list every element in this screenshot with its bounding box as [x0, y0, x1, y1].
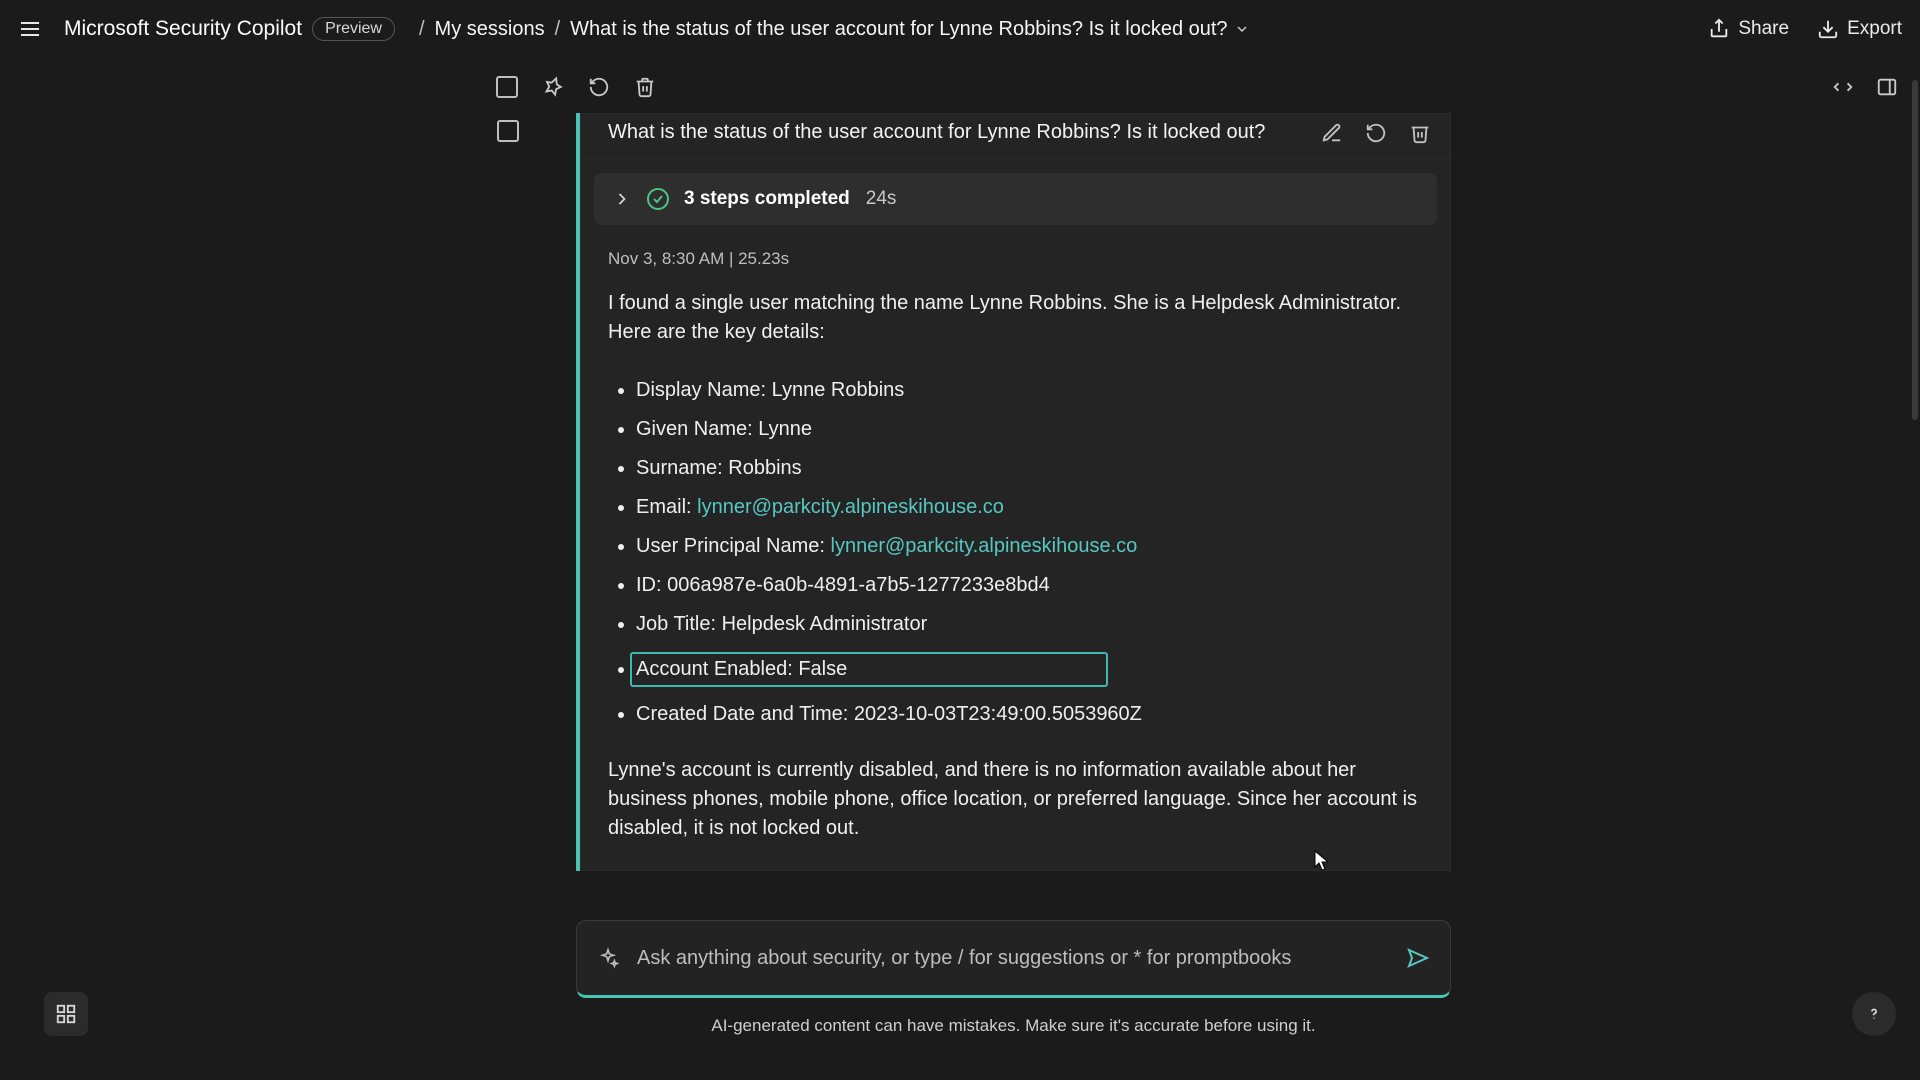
detail-created: Created Date and Time: 2023-10-03T23:49:…: [636, 703, 1423, 726]
grid-icon: [55, 1003, 77, 1025]
steps-duration: 24s: [866, 188, 897, 210]
export-label: Export: [1847, 18, 1902, 40]
scrollbar-thumb[interactable]: [1912, 80, 1918, 420]
apps-button[interactable]: [44, 992, 88, 1036]
email-link[interactable]: lynner@parkcity.alpineskihouse.co: [697, 496, 1004, 518]
steps-completed-label: 3 steps completed: [684, 188, 850, 210]
pin-icon[interactable]: [542, 76, 564, 98]
steps-completed-bar[interactable]: 3 steps completed 24s: [594, 173, 1437, 225]
delete-icon[interactable]: [634, 76, 656, 98]
share-button[interactable]: Share: [1708, 18, 1789, 40]
select-message-checkbox[interactable]: [497, 120, 519, 142]
help-icon: [1864, 1004, 1884, 1024]
prompt-area: AI-generated content can have mistakes. …: [576, 920, 1451, 1036]
response-card: What is the status of the user account f…: [576, 113, 1451, 871]
select-checkbox[interactable]: [496, 76, 518, 98]
export-icon: [1817, 18, 1839, 40]
highlighted-account-enabled: Account Enabled: False: [630, 652, 1108, 687]
share-label: Share: [1738, 18, 1789, 40]
detail-upn: User Principal Name: lynner@parkcity.alp…: [636, 535, 1423, 558]
card-header: What is the status of the user account f…: [580, 113, 1451, 159]
panel-toggle-icon[interactable]: [1876, 76, 1898, 98]
detail-job-title: Job Title: Helpdesk Administrator: [636, 613, 1423, 636]
breadcrumb-separator: /: [419, 18, 425, 41]
detail-given-name: Given Name: Lynne: [636, 418, 1423, 441]
detail-surname: Surname: Robbins: [636, 457, 1423, 480]
detail-display-name: Display Name: Lynne Robbins: [636, 379, 1423, 402]
send-icon[interactable]: [1406, 946, 1430, 970]
detail-account-enabled: Account Enabled: False: [636, 652, 1423, 687]
edit-icon[interactable]: [1321, 122, 1343, 144]
chevron-right-icon: [612, 189, 632, 209]
ai-disclaimer: AI-generated content can have mistakes. …: [576, 1016, 1451, 1036]
check-circle-icon: [646, 187, 670, 211]
chevron-down-icon: [1234, 21, 1250, 37]
refresh-icon[interactable]: [588, 76, 610, 98]
response-closing: Lynne's account is currently disabled, a…: [580, 742, 1451, 871]
response-intro: I found a single user matching the name …: [580, 275, 1451, 363]
delete-response-icon[interactable]: [1409, 122, 1431, 144]
prompt-box: [576, 920, 1451, 998]
toolbar: [0, 58, 1920, 116]
response-timestamp: Nov 3, 8:30 AM | 25.23s: [580, 231, 1451, 275]
upn-link[interactable]: lynner@parkcity.alpineskihouse.co: [831, 535, 1138, 557]
detail-email: Email: lynner@parkcity.alpineskihouse.co: [636, 496, 1423, 519]
share-icon: [1708, 18, 1730, 40]
sparkle-icon: [597, 947, 619, 969]
breadcrumb-my-sessions[interactable]: My sessions: [435, 18, 545, 41]
expand-horizontal-icon[interactable]: [1832, 76, 1854, 98]
user-details-list: Display Name: Lynne Robbins Given Name: …: [580, 379, 1451, 726]
response-intro-text: I found a single user matching the name …: [608, 289, 1423, 347]
help-button[interactable]: [1852, 992, 1896, 1036]
breadcrumb-title-text: What is the status of the user account f…: [570, 18, 1227, 41]
breadcrumb-separator: /: [555, 18, 561, 41]
breadcrumb-session-title[interactable]: What is the status of the user account f…: [570, 18, 1249, 41]
preview-badge: Preview: [312, 17, 395, 41]
export-button[interactable]: Export: [1817, 18, 1902, 40]
app-title: Microsoft Security Copilot: [64, 17, 302, 41]
hamburger-menu-icon[interactable]: [18, 17, 42, 41]
prompt-input[interactable]: [637, 947, 1388, 970]
regenerate-icon[interactable]: [1365, 122, 1387, 144]
prompt-title: What is the status of the user account f…: [608, 121, 1265, 144]
header-bar: Microsoft Security Copilot Preview / My …: [0, 0, 1920, 58]
detail-id: ID: 006a987e-6a0b-4891-a7b5-1277233e8bd4: [636, 574, 1423, 597]
